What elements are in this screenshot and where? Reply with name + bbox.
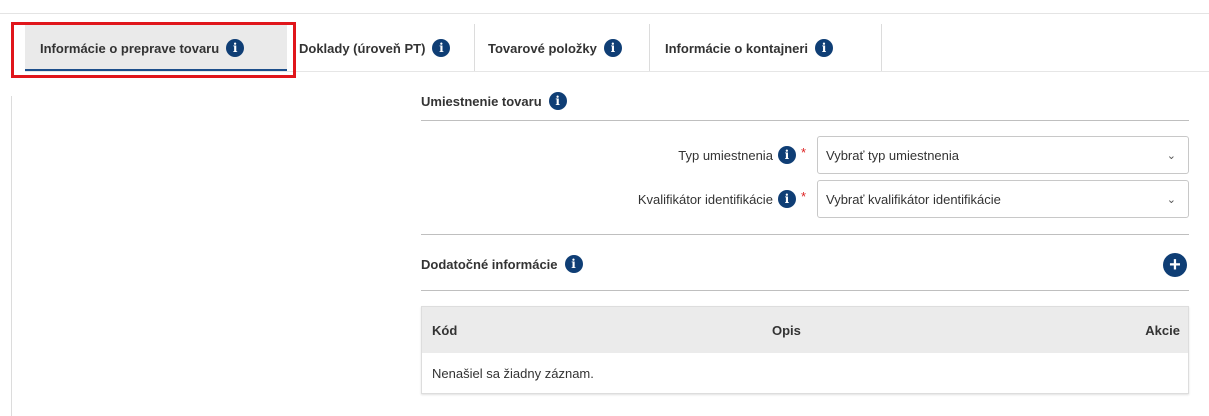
location-type-label: Typ umiestnenia i *	[421, 144, 806, 164]
tab-container-info[interactable]: Informácie o kontajneri i	[650, 24, 882, 72]
required-asterisk: *	[800, 144, 806, 160]
section-divider	[421, 290, 1189, 291]
identification-qualifier-row: Kvalifikátor identifikácie i * Vybrať kv…	[421, 180, 1189, 218]
identification-qualifier-select[interactable]: Vybrať kvalifikátor identifikácie ⌄	[817, 180, 1189, 218]
section-divider	[421, 120, 1189, 121]
tab-label: Informácie o kontajneri	[665, 40, 809, 56]
chevron-down-icon: ⌄	[1166, 193, 1176, 206]
column-header-actions: Akcie	[1145, 322, 1180, 338]
tab-bar-divider	[25, 71, 1209, 72]
info-icon[interactable]: i	[777, 146, 796, 164]
location-type-label-text: Typ umiestnenia	[678, 147, 773, 163]
identification-qualifier-label: Kvalifikátor identifikácie i *	[421, 188, 806, 208]
additional-info-table: Kód Opis Akcie Nenašiel sa žiadny záznam…	[421, 306, 1189, 394]
location-type-placeholder: Vybrať typ umiestnenia	[826, 147, 960, 163]
tab-label: Informácie o preprave tovaru	[40, 40, 220, 56]
tab-bar: Informácie o preprave tovaru i Doklady (…	[25, 24, 882, 72]
tab-goods-items[interactable]: Tovarové položky i	[475, 24, 650, 72]
identification-qualifier-placeholder: Vybrať kvalifikátor identifikácie	[826, 191, 1001, 207]
add-additional-info-button[interactable]: +	[1163, 253, 1187, 277]
info-icon[interactable]: i	[603, 39, 622, 57]
tab-label: Tovarové položky	[488, 40, 597, 56]
tab-documents[interactable]: Doklady (úroveň PT) i	[287, 24, 475, 72]
info-icon[interactable]: i	[548, 92, 567, 110]
info-icon[interactable]: i	[777, 190, 796, 208]
section-title-text: Umiestnenie tovaru	[421, 93, 542, 109]
identification-qualifier-label-text: Kvalifikátor identifikácie	[637, 191, 773, 207]
info-icon[interactable]: i	[432, 39, 451, 57]
section-divider	[421, 234, 1189, 235]
plus-circle-icon: +	[1169, 254, 1181, 276]
left-divider	[11, 96, 12, 416]
section-title-goods-location: Umiestnenie tovaru i	[421, 91, 567, 111]
table-empty-message: Nenašiel sa žiadny záznam.	[422, 353, 1188, 393]
info-icon[interactable]: i	[815, 39, 834, 57]
location-type-row: Typ umiestnenia i * Vybrať typ umiestnen…	[421, 136, 1189, 174]
tab-label: Doklady (úroveň PT)	[299, 40, 426, 56]
location-type-select[interactable]: Vybrať typ umiestnenia ⌄	[817, 136, 1189, 174]
info-icon[interactable]: i	[564, 255, 583, 273]
table-header: Kód Opis Akcie	[422, 307, 1188, 353]
section-title-text: Dodatočné informácie	[421, 256, 558, 272]
tab-transport-info[interactable]: Informácie o preprave tovaru i	[25, 24, 287, 72]
chevron-down-icon: ⌄	[1166, 149, 1176, 162]
column-header-description[interactable]: Opis	[772, 323, 1128, 338]
column-header-code[interactable]: Kód	[422, 323, 772, 338]
top-divider	[0, 13, 1209, 14]
required-asterisk: *	[800, 188, 806, 204]
section-title-additional-info: Dodatočné informácie i	[421, 254, 583, 274]
info-icon[interactable]: i	[226, 39, 245, 57]
